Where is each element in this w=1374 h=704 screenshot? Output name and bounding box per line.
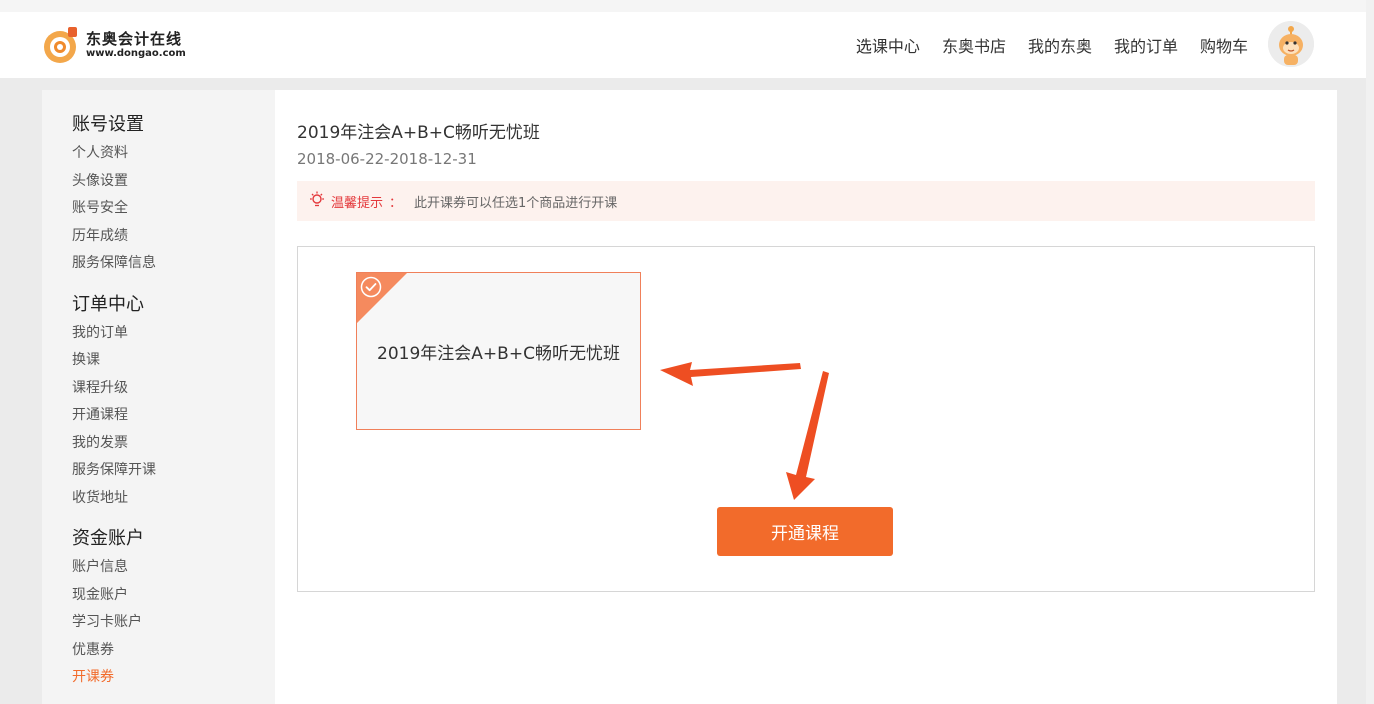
sidebar-item-account-info[interactable]: 账户信息 <box>72 554 275 582</box>
nav-my-dongao[interactable]: 我的东奥 <box>1028 33 1092 57</box>
sidebar-group-title: 账号设置 <box>72 114 144 135</box>
tip-banner: 温馨提示 ： 此开课券可以任选1个商品进行开课 <box>297 181 1315 221</box>
logo-mark-icon <box>42 26 80 64</box>
top-strip <box>0 0 1374 12</box>
sidebar-item-cash-account[interactable]: 现金账户 <box>72 582 275 610</box>
sidebar-item-change-course[interactable]: 换课 <box>72 347 275 375</box>
logo-name: 东奥会计在线 <box>86 30 183 48</box>
sidebar-item-account-security[interactable]: 账号安全 <box>72 195 275 223</box>
site-logo[interactable]: 东奥会计在线 www.dongao.com <box>42 22 192 68</box>
sidebar-item-service-open[interactable]: 服务保障开课 <box>72 457 275 485</box>
page-scrollbar[interactable] <box>1366 0 1374 704</box>
sidebar-item-profile[interactable]: 个人资料 <box>72 140 275 168</box>
sidebar-item-course-voucher[interactable]: 开课券 <box>72 664 275 692</box>
sidebar-item-my-invoices[interactable]: 我的发票 <box>72 430 275 458</box>
sidebar-item-coupons[interactable]: 优惠券 <box>72 637 275 665</box>
nav-cart[interactable]: 购物车 <box>1200 33 1248 57</box>
date-range: 2018-06-22-2018-12-31 <box>297 150 477 168</box>
sidebar-item-avatar-settings[interactable]: 头像设置 <box>72 168 275 196</box>
user-avatar[interactable] <box>1268 21 1314 67</box>
sidebar: 账号设置 个人资料 头像设置 账号安全 历年成绩 服务保障信息 订单中心 我的订… <box>42 90 275 704</box>
course-card[interactable]: 2019年注会A+B+C畅听无忧班 <box>356 272 641 430</box>
sidebar-item-service-info[interactable]: 服务保障信息 <box>72 250 275 278</box>
sidebar-item-my-orders[interactable]: 我的订单 <box>72 320 275 348</box>
sidebar-item-past-scores[interactable]: 历年成绩 <box>72 223 275 251</box>
lightbulb-icon <box>309 191 325 211</box>
nav-course-center[interactable]: 选课中心 <box>856 33 920 57</box>
nav-bookstore[interactable]: 东奥书店 <box>942 33 1006 57</box>
tip-colon: ： <box>389 195 403 211</box>
tip-text: 此开课券可以任选1个商品进行开课 <box>414 195 618 211</box>
sidebar-item-course-upgrade[interactable]: 课程升级 <box>72 375 275 403</box>
top-nav: 选课中心 东奥书店 我的东奥 我的订单 购物车 <box>834 12 1248 78</box>
sidebar-group-title: 资金账户 <box>72 528 144 549</box>
sidebar-item-open-course[interactable]: 开通课程 <box>72 402 275 430</box>
sidebar-group-orders: 订单中心 我的订单 换课 课程升级 开通课程 我的发票 服务保障开课 收货地址 <box>42 278 275 513</box>
sidebar-item-study-card[interactable]: 学习卡账户 <box>72 609 275 637</box>
open-course-button[interactable]: 开通课程 <box>717 507 893 556</box>
logo-url: www.dongao.com <box>86 48 186 59</box>
tip-label: 温馨提示 <box>331 195 384 211</box>
avatar-character-icon <box>1268 21 1314 67</box>
sidebar-group-account: 账号设置 个人资料 头像设置 账号安全 历年成绩 服务保障信息 <box>42 90 275 278</box>
page-title: 2019年注会A+B+C畅听无忧班 <box>297 123 540 143</box>
sidebar-group-title: 订单中心 <box>72 293 144 315</box>
course-card-name: 2019年注会A+B+C畅听无忧班 <box>377 343 620 364</box>
sidebar-group-funds: 资金账户 账户信息 现金账户 学习卡账户 优惠券 开课券 <box>42 512 275 692</box>
main-content: 2019年注会A+B+C畅听无忧班 2018-06-22-2018-12-31 … <box>275 90 1337 704</box>
course-select-box: 2019年注会A+B+C畅听无忧班 开通课程 <box>297 246 1315 592</box>
sidebar-item-shipping-address[interactable]: 收货地址 <box>72 485 275 513</box>
site-header: 东奥会计在线 www.dongao.com 选课中心 东奥书店 我的东奥 我的订… <box>0 12 1374 78</box>
nav-my-orders[interactable]: 我的订单 <box>1114 33 1178 57</box>
